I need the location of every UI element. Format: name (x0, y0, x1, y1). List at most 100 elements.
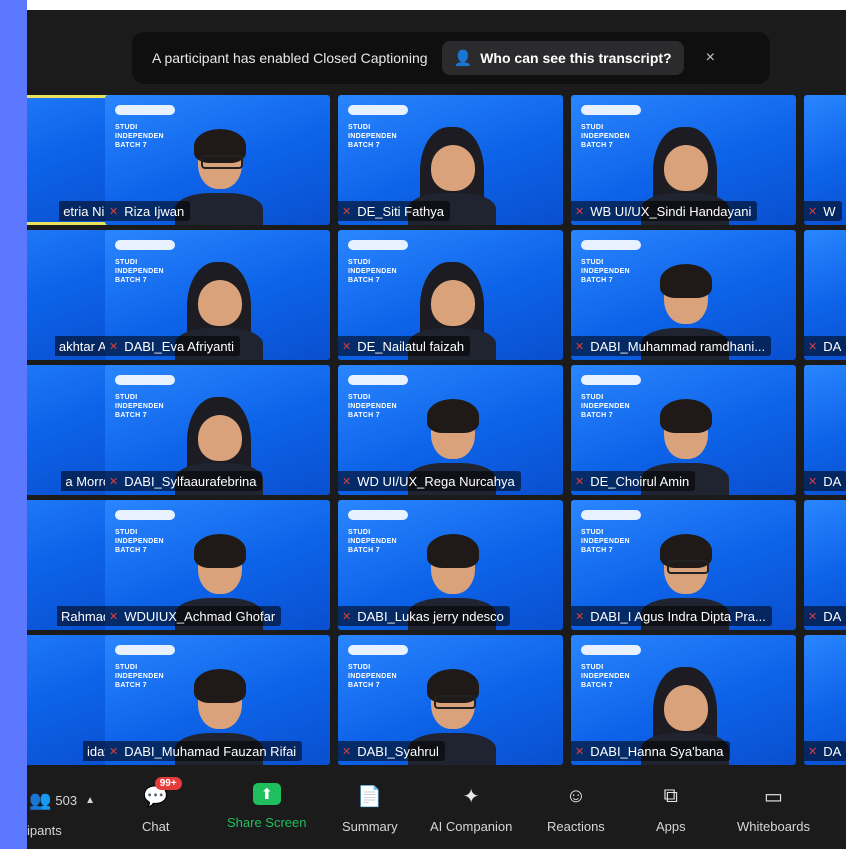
promo-text: INDEPENDEN (115, 538, 164, 545)
promo-text: INDEPENDEN (581, 673, 630, 680)
mic-muted-icon: ✕ (808, 205, 818, 218)
chevron-up-icon[interactable]: ▲ (85, 795, 95, 806)
promo-logo-pill (348, 510, 408, 520)
participant-name: DABI_Lukas jerry ndesco (357, 608, 504, 624)
participant-name: DE_Nailatul faizah (357, 338, 465, 354)
participant-name-label: ✕ DA (804, 471, 846, 491)
participant-tile[interactable]: STUDI INDEPENDEN BATCH 7 ✕ WB UI/UX_Sindi Ha… (571, 95, 796, 225)
promo-text: BATCH 7 (115, 682, 147, 689)
promo-text: INDEPENDEN (115, 673, 164, 680)
participant-tile[interactable]: STUDI INDEPENDEN BATCH 7 ✕ DABI_Muhammad ram… (571, 230, 796, 360)
participant-tile[interactable]: STUDI INDEPENDEN BATCH 7 ✕ DABI_I Agus Indra… (571, 500, 796, 630)
participant-tile[interactable]: STUDI INDEPENDEN BATCH 7 ✕ DABI_Hanna Sya'ba… (571, 635, 796, 765)
promo-logo-pill (115, 105, 175, 115)
virtual-background-promo: STUDI INDEPENDEN BATCH 7 (348, 375, 408, 420)
promo-text: BATCH 7 (348, 682, 380, 689)
reactions-button[interactable]: ☺ Reactions (547, 783, 605, 835)
video-grid: etria Niisa STUDI INDEPENDEN BATCH 7 ✕ Riza I… (27, 95, 846, 767)
virtual-background-promo: STUDI INDEPENDEN BATCH 7 (581, 375, 641, 420)
participant-tile[interactable]: STUDI INDEPENDEN BATCH 7 ✕ DABI_Lukas jerry … (338, 500, 563, 630)
participant-tile[interactable]: STUDI INDEPENDEN BATCH 7 ✕ WD UI/UX_Rega Nur… (338, 365, 563, 495)
who-can-see-label: Who can see this transcript? (480, 50, 672, 66)
mic-muted-icon: ✕ (342, 745, 352, 758)
promo-text: BATCH 7 (581, 682, 613, 689)
whiteboards-button[interactable]: ▭ Whiteboards (737, 783, 810, 835)
promo-text: STUDI (348, 529, 371, 536)
participant-tile[interactable]: STUDI INDEPENDEN BATCH 7 ✕ DE_Nailatul faiza… (338, 230, 563, 360)
participant-tile[interactable]: ✕ DA (804, 365, 846, 495)
promo-text: STUDI (115, 664, 138, 671)
promo-text: BATCH 7 (115, 277, 147, 284)
participant-name-label: ✕ DABI_I Agus Indra Dipta Pra... (571, 606, 772, 626)
participant-name: DABI_Muhammad ramdhani... (590, 338, 766, 354)
participant-tile[interactable]: ✕ W (804, 95, 846, 225)
ai-companion-label: AI Companion (430, 819, 513, 834)
promo-logo-pill (581, 645, 641, 655)
participant-name: DA (823, 743, 842, 759)
virtual-background-promo: STUDI INDEPENDEN BATCH 7 (348, 645, 408, 690)
participant-tile[interactable]: STUDI INDEPENDEN BATCH 7 ✕ DABI_Muhamad Fauz… (105, 635, 330, 765)
promo-text: INDEPENDEN (581, 133, 630, 140)
participants-button[interactable]: 👥 503 ▲ ipants (27, 783, 95, 839)
participant-tile[interactable]: STUDI INDEPENDEN BATCH 7 ✕ Riza Ijwan (105, 95, 330, 225)
participant-tile[interactable]: STUDI INDEPENDEN BATCH 7 ✕ WDUIUX_Achmad Gho… (105, 500, 330, 630)
participant-name: DABI_I Agus Indra Dipta Pra... (590, 608, 766, 624)
share-screen-label: Share Screen (227, 815, 307, 830)
chat-button[interactable]: 💬 99+ Chat (142, 777, 182, 834)
participant-name: DABI_Sylfaaurafebrina (124, 473, 257, 489)
mic-muted-icon: ✕ (575, 610, 585, 623)
mic-muted-icon: ✕ (575, 205, 585, 218)
person-info-icon: 👤 (453, 50, 473, 67)
virtual-background-promo: STUDI INDEPENDEN BATCH 7 (348, 510, 408, 555)
virtual-background-promo: STUDI INDEPENDEN BATCH 7 (581, 240, 641, 285)
promo-text: BATCH 7 (115, 547, 147, 554)
participant-name-label: ✕ DABI_Muhammad ramdhani... (571, 336, 772, 356)
virtual-background-promo: STUDI INDEPENDEN BATCH 7 (581, 510, 641, 555)
who-can-see-transcript-button[interactable]: 👤 Who can see this transcript? (441, 41, 684, 75)
promo-text: BATCH 7 (581, 547, 613, 554)
participant-tile[interactable]: STUDI INDEPENDEN BATCH 7 ✕ DE_Siti Fathya (338, 95, 563, 225)
apps-label: Apps (656, 819, 686, 834)
chat-label: Chat (142, 819, 170, 834)
mic-muted-icon: ✕ (575, 340, 585, 353)
virtual-background-promo: STUDI INDEPENDEN BATCH 7 (348, 240, 408, 285)
mic-muted-icon: ✕ (109, 610, 119, 623)
participant-name: WD UI/UX_Rega Nurcahya (357, 473, 515, 489)
whiteboard-icon: ▭ (764, 785, 783, 808)
summary-button[interactable]: 📄 Summary (342, 783, 398, 835)
promo-text: STUDI (115, 529, 138, 536)
promo-text: INDEPENDEN (348, 133, 397, 140)
participant-tile[interactable]: ✕ DA (804, 230, 846, 360)
virtual-background-promo: STUDI INDEPENDEN BATCH 7 (115, 240, 175, 285)
share-screen-icon: ⬆ (252, 783, 281, 805)
sparkle-icon: ✦ (462, 785, 480, 808)
promo-text: BATCH 7 (581, 142, 613, 149)
mic-muted-icon: ✕ (575, 475, 585, 488)
ai-companion-button[interactable]: ✦ AI Companion (430, 783, 513, 835)
promo-logo-pill (115, 375, 175, 385)
promo-text: STUDI (348, 394, 371, 401)
participant-name-label: ✕ WDUIUX_Achmad Ghofar (105, 606, 282, 626)
participant-tile[interactable]: STUDI INDEPENDEN BATCH 7 ✕ DABI_Syahrul (338, 635, 563, 765)
promo-text: BATCH 7 (348, 547, 380, 554)
apps-button[interactable]: ⧉ Apps (656, 783, 686, 835)
promo-text: BATCH 7 (348, 142, 380, 149)
virtual-background-promo: STUDI INDEPENDEN BATCH 7 (348, 105, 408, 150)
apps-icon: ⧉ (663, 784, 678, 807)
participant-tile[interactable]: STUDI INDEPENDEN BATCH 7 ✕ DABI_Eva Afriyant… (105, 230, 330, 360)
participant-name: DABI_Muhamad Fauzan Rifai (124, 743, 297, 759)
promo-text: INDEPENDEN (348, 268, 397, 275)
share-screen-button[interactable]: ⬆ Share Screen (227, 783, 307, 830)
promo-text: BATCH 7 (581, 277, 613, 284)
participant-tile[interactable]: ✕ DA (804, 635, 846, 765)
promo-text: INDEPENDEN (581, 538, 630, 545)
close-icon[interactable]: × (706, 49, 715, 67)
participant-name-label: ✕ DABI_Hanna Sya'bana (571, 741, 730, 761)
participant-tile[interactable]: ✕ DA (804, 500, 846, 630)
promo-text: STUDI (115, 394, 138, 401)
participant-tile[interactable]: STUDI INDEPENDEN BATCH 7 ✕ DE_Choirul Amin (571, 365, 796, 495)
mic-muted-icon: ✕ (109, 340, 119, 353)
participant-name-label: ✕ DE_Siti Fathya (338, 201, 450, 221)
participant-tile[interactable]: STUDI INDEPENDEN BATCH 7 ✕ DABI_Sylfaaurafeb… (105, 365, 330, 495)
promo-text: BATCH 7 (348, 412, 380, 419)
